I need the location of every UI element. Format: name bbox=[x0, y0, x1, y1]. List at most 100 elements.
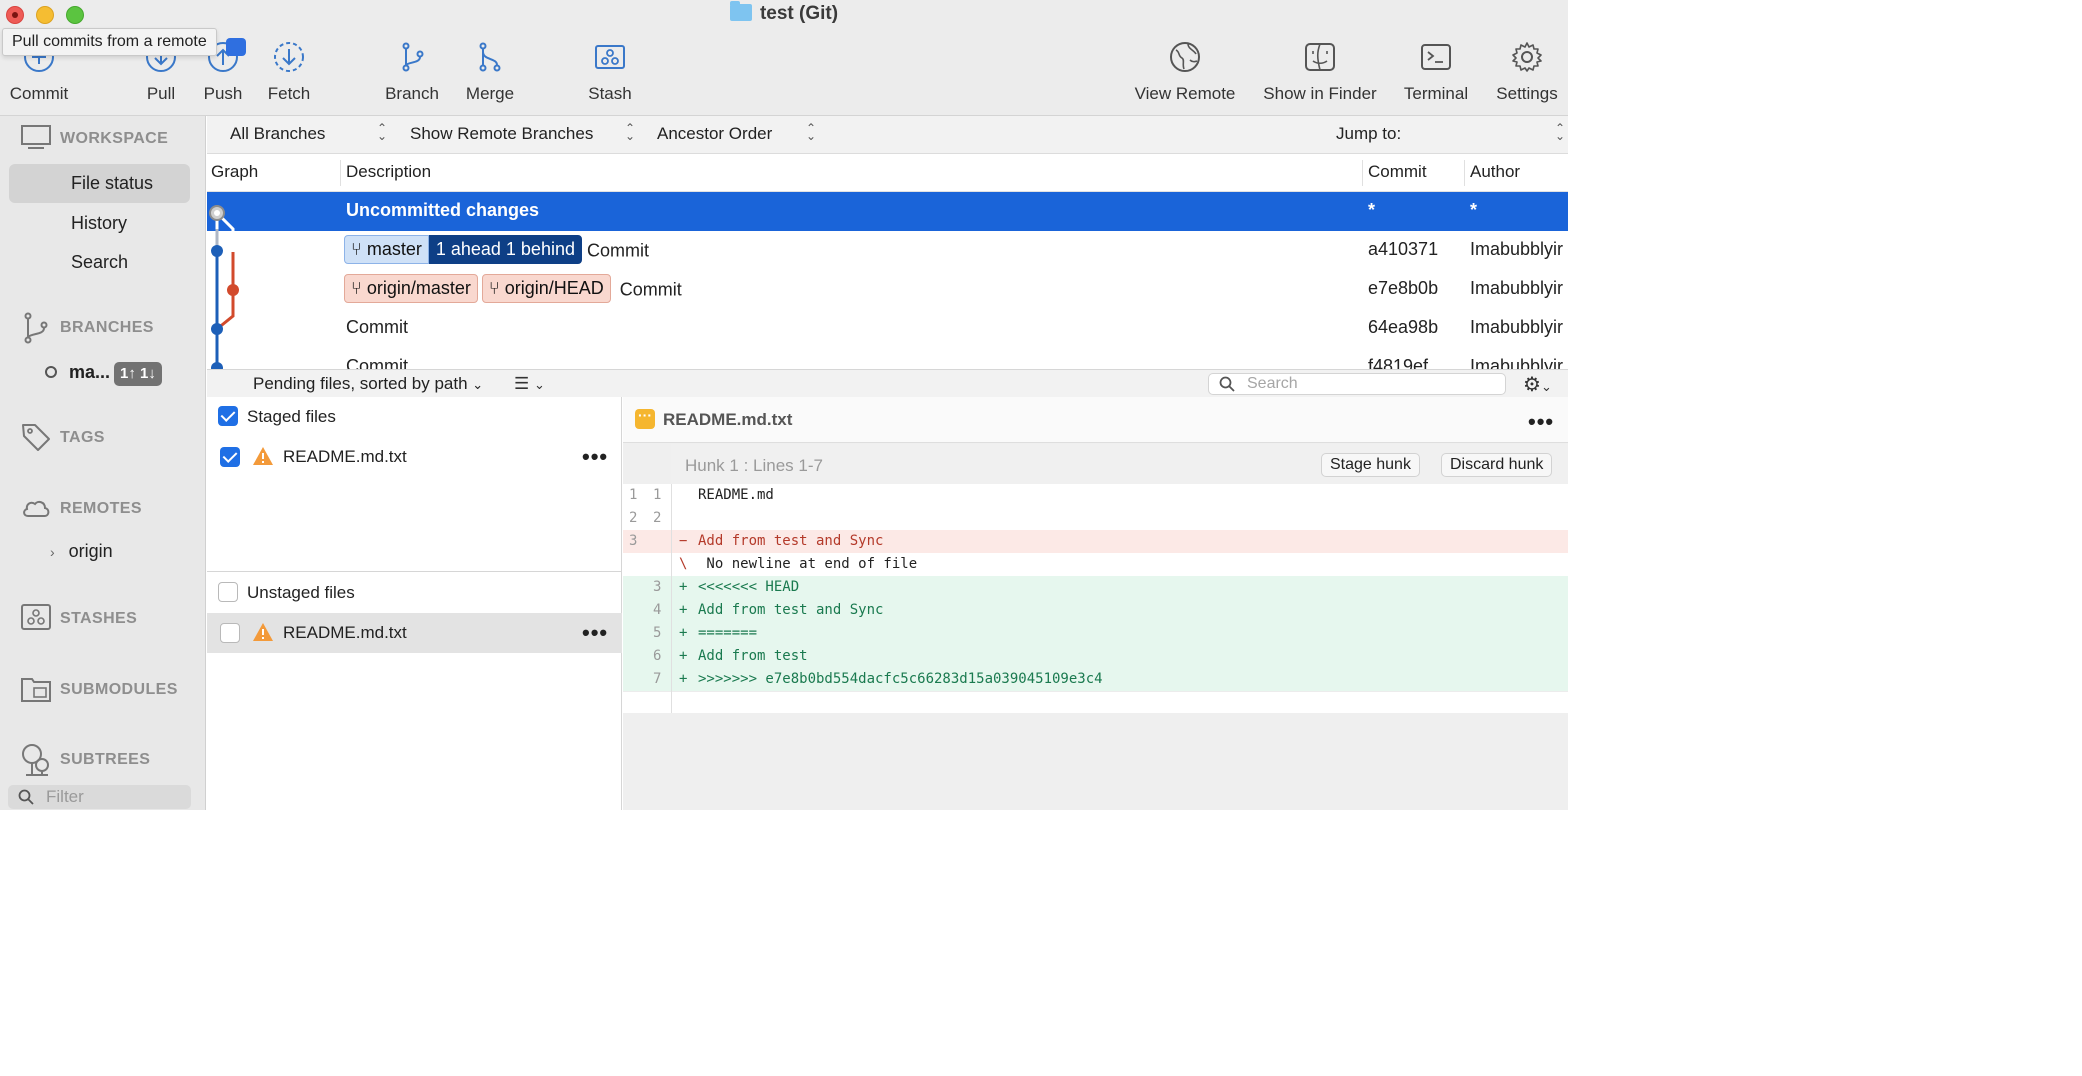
staged-file-checkbox[interactable] bbox=[220, 447, 240, 467]
gutter-divider bbox=[671, 484, 672, 713]
view-mode-menu[interactable]: ☰ ⌄ bbox=[514, 374, 545, 394]
branch-tag-origin-head[interactable]: ⑂ origin/HEAD bbox=[481, 274, 611, 303]
sidebar-item-search[interactable]: Search bbox=[9, 243, 190, 282]
commit-description: Commit bbox=[346, 317, 408, 337]
file-search-input[interactable]: Search bbox=[1208, 373, 1506, 395]
unstaged-file-row[interactable]: README.md.txt ••• bbox=[207, 613, 622, 653]
view-remote-label: View Remote bbox=[1134, 84, 1236, 103]
more-options-icon[interactable]: ••• bbox=[1528, 411, 1554, 433]
sort-menu[interactable]: Pending files, sorted by path ⌄ bbox=[253, 374, 483, 394]
folder-icon bbox=[729, 1, 752, 21]
branch-filter-value: All Branches bbox=[230, 124, 326, 143]
commit-description-cell: ⑂ master 1 ahead 1 behind Commit bbox=[344, 235, 649, 264]
diff-text: >>>>>>> e7e8b0bd554dacfc5c66283d15a03904… bbox=[698, 671, 1103, 687]
show-in-finder-button[interactable]: Show in Finder bbox=[1260, 40, 1380, 104]
sidebar-item-history[interactable]: History bbox=[9, 204, 190, 243]
diff-marker: + bbox=[679, 579, 688, 595]
diff-pane: README.md.txt ••• Hunk 1 : Lines 1-7 Sta… bbox=[623, 397, 1568, 810]
chevron-right-icon: › bbox=[50, 544, 55, 560]
branch-filter-select[interactable]: All Branches bbox=[230, 124, 325, 144]
pull-label: Pull bbox=[146, 84, 176, 103]
order-select[interactable]: Ancestor Order bbox=[657, 124, 772, 144]
jump-to-select[interactable]: ⌃ ⌄ bbox=[1555, 122, 1565, 142]
column-commit[interactable]: Commit bbox=[1368, 162, 1427, 182]
diff-header: README.md.txt ••• bbox=[623, 397, 1568, 443]
diff-filename: README.md.txt bbox=[663, 410, 793, 429]
stash-label: Stash bbox=[588, 84, 632, 103]
cloud-icon bbox=[23, 500, 50, 517]
more-options-icon[interactable]: ••• bbox=[582, 446, 608, 468]
globe-icon bbox=[1170, 42, 1200, 72]
window-title: test (Git) bbox=[0, 1, 1568, 25]
commit-author: * bbox=[1470, 200, 1478, 220]
ahead-behind-tag: 1 ahead 1 behind bbox=[428, 235, 582, 264]
commit-hash: a410371 bbox=[1368, 239, 1439, 259]
settings-label: Settings bbox=[1496, 84, 1558, 103]
sidebar-item-file-status[interactable]: File status bbox=[9, 164, 190, 203]
stashes-header: STASHES bbox=[60, 610, 138, 627]
branches-icon bbox=[24, 312, 48, 344]
merge-button[interactable]: Merge bbox=[462, 40, 518, 104]
options-gear-menu[interactable]: ⚙⌄ bbox=[1523, 372, 1552, 397]
commit-row[interactable]: ⑂ origin/master ⑂ origin/HEAD Commit e7e8… bbox=[207, 270, 1568, 309]
chevron-down-icon: ⌄ bbox=[472, 377, 484, 392]
column-graph[interactable]: Graph bbox=[211, 162, 258, 182]
column-author[interactable]: Author bbox=[1470, 162, 1520, 182]
commit-row-uncommitted[interactable]: Uncommitted changes * * bbox=[207, 192, 1568, 231]
branch-filter-updown-icon: ⌃ ⌄ bbox=[377, 121, 388, 143]
new-line-number: 3 bbox=[653, 579, 662, 595]
staged-select-all-checkbox[interactable] bbox=[218, 406, 238, 426]
old-line-number: 1 bbox=[629, 487, 638, 503]
commit-description: Commit bbox=[587, 240, 649, 261]
tag-icon bbox=[22, 424, 50, 451]
commit-description: Uncommitted changes bbox=[346, 200, 540, 220]
view-remote-button[interactable]: View Remote bbox=[1132, 40, 1238, 104]
hunk-title: Hunk 1 : Lines 1-7 bbox=[685, 456, 823, 475]
remote-origin-label: origin bbox=[68, 541, 113, 561]
diff-text: No newline at end of file bbox=[698, 556, 918, 572]
column-divider bbox=[340, 160, 341, 186]
branch-icon bbox=[402, 42, 424, 72]
gear-icon bbox=[1512, 42, 1542, 72]
stage-hunk-button[interactable]: Stage hunk bbox=[1321, 453, 1420, 477]
modified-file-icon bbox=[635, 407, 655, 429]
stash-button[interactable]: Stash bbox=[584, 40, 636, 104]
sidebar-filter-input[interactable]: Filter bbox=[8, 785, 191, 809]
titlebar: test (Git) Commit Pull Push Fetch Branch… bbox=[0, 0, 1568, 116]
branch-tag-master[interactable]: ⑂ master bbox=[344, 235, 429, 264]
commit-row[interactable]: Commit f4819ef Imabubblyir bbox=[207, 348, 1568, 369]
diff-line-added: 6 + Add from test bbox=[623, 645, 1568, 668]
branch-tag-label: origin/master bbox=[366, 278, 471, 298]
show-in-finder-label: Show in Finder bbox=[1263, 84, 1377, 103]
commit-hash: 64ea98b bbox=[1368, 317, 1439, 337]
column-description[interactable]: Description bbox=[346, 162, 431, 182]
settings-button[interactable]: Settings bbox=[1494, 40, 1560, 104]
commit-hash: e7e8b0b bbox=[1368, 278, 1439, 298]
fetch-button[interactable]: Fetch bbox=[264, 40, 314, 104]
diff-end-spacer bbox=[623, 691, 1568, 713]
workspace-header: WORKSPACE bbox=[60, 130, 169, 147]
unstaged-file-checkbox[interactable] bbox=[220, 623, 240, 643]
commit-row[interactable]: Commit 64ea98b Imabubblyir bbox=[207, 309, 1568, 348]
search-icon bbox=[18, 789, 34, 805]
discard-hunk-button[interactable]: Discard hunk bbox=[1441, 453, 1553, 477]
remote-filter-select[interactable]: Show Remote Branches bbox=[410, 124, 593, 144]
sidebar-item-branch-master[interactable]: ma... bbox=[45, 362, 110, 383]
more-options-icon[interactable]: ••• bbox=[582, 622, 608, 644]
diff-marker: + bbox=[679, 625, 688, 641]
new-line-number: 1 bbox=[653, 487, 662, 503]
diff-line-removed: 3 − Add from test and Sync bbox=[623, 530, 1568, 553]
staged-files-header: Staged files bbox=[247, 407, 336, 426]
commit-hash: f4819ef bbox=[1368, 356, 1429, 369]
staged-file-row[interactable]: README.md.txt ••• bbox=[207, 437, 622, 477]
warning-icon bbox=[253, 623, 273, 641]
diff-line-no-newline: \ No newline at end of file bbox=[623, 553, 1568, 576]
branch-button[interactable]: Branch bbox=[382, 40, 442, 104]
commit-hash: * bbox=[1368, 200, 1376, 220]
branch-tag-origin-master[interactable]: ⑂ origin/master bbox=[344, 274, 478, 303]
unstaged-select-all-checkbox[interactable] bbox=[218, 582, 238, 602]
terminal-button[interactable]: Terminal bbox=[1400, 40, 1472, 104]
sidebar-item-remote-origin[interactable]: › origin bbox=[50, 541, 113, 562]
fetch-label: Fetch bbox=[267, 84, 311, 103]
commit-row[interactable]: ⑂ master 1 ahead 1 behind Commit a410371 … bbox=[207, 231, 1568, 270]
